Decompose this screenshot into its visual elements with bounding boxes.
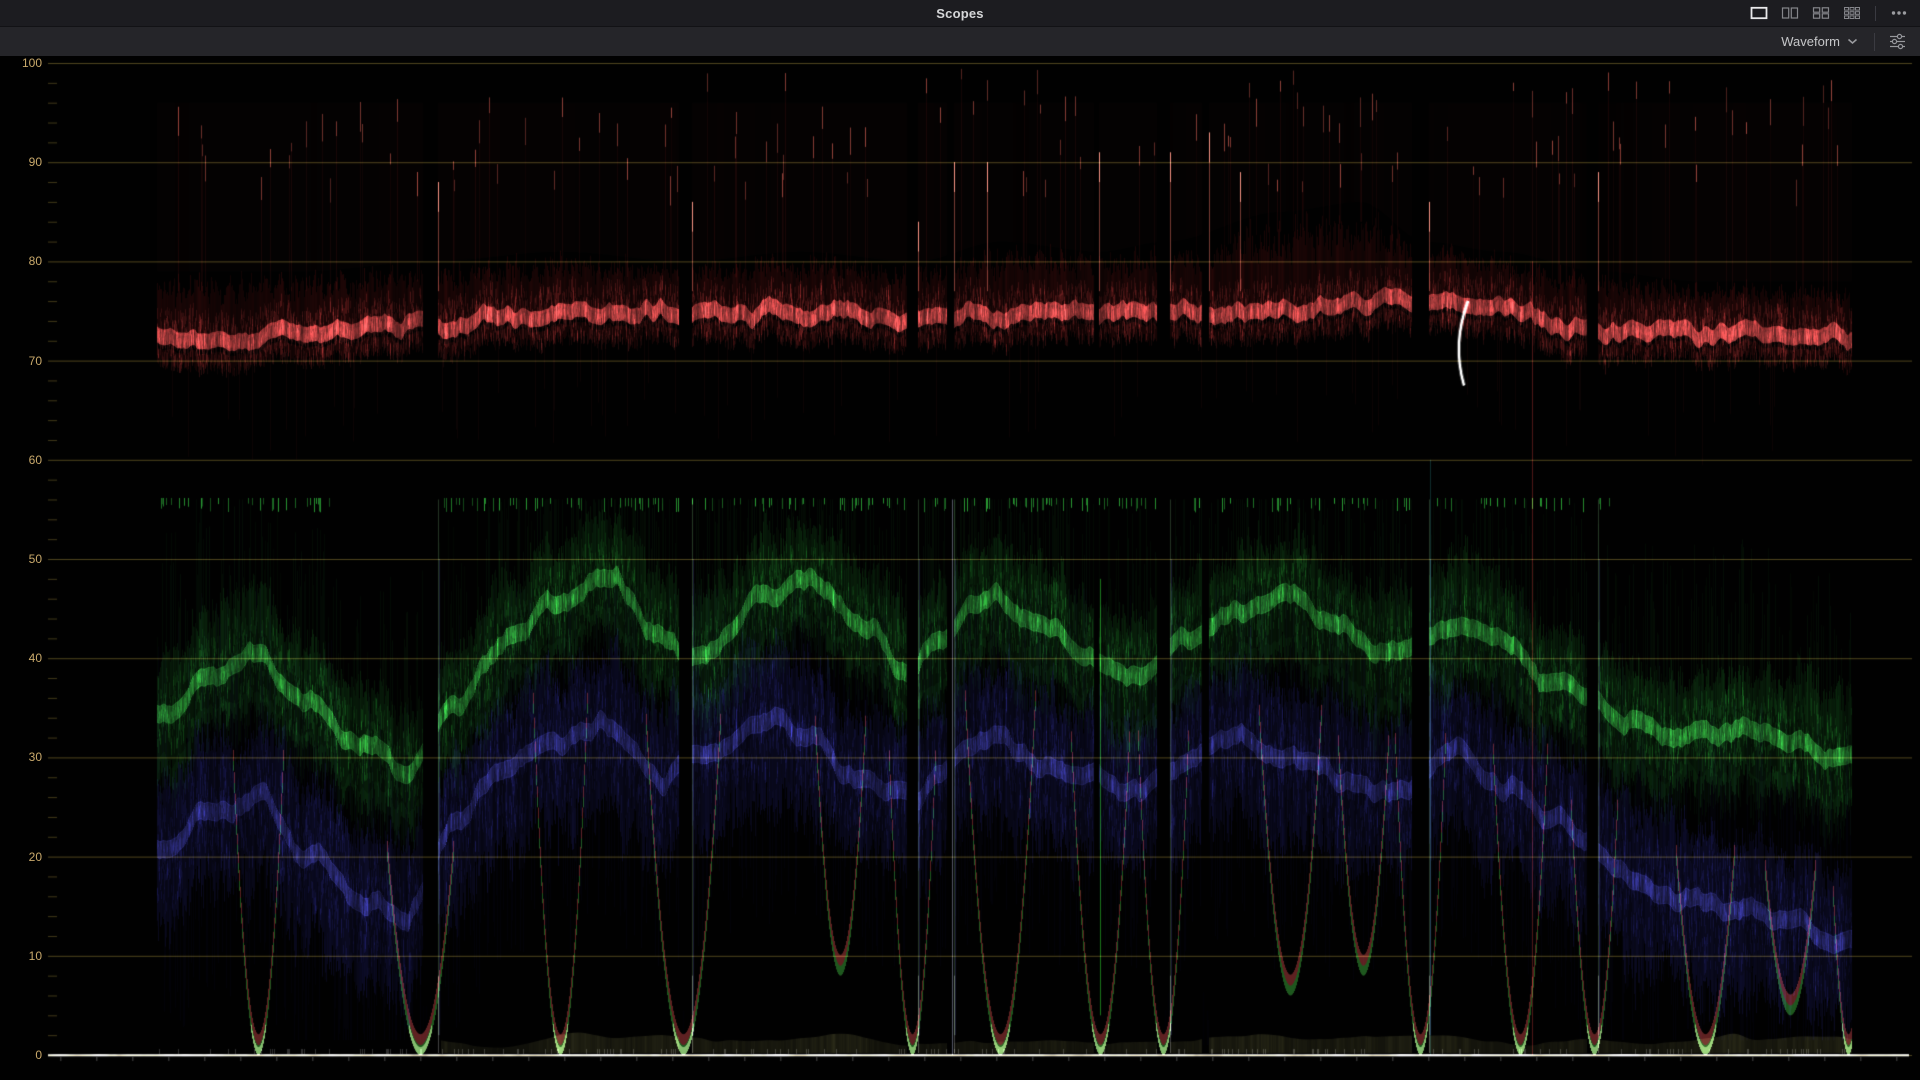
waveform-scope-canvas: [0, 56, 1920, 1080]
axis-label-60: 60: [0, 452, 42, 468]
two-up-view-button[interactable]: [1779, 3, 1801, 23]
page-title: Scopes: [936, 6, 983, 21]
axis-label-90: 90: [0, 154, 42, 170]
axis-label-0: 0: [0, 1047, 42, 1063]
multi-view-button[interactable]: [1841, 3, 1863, 23]
axis-label-40: 40: [0, 650, 42, 666]
scope-toolbar: Waveform: [0, 27, 1920, 57]
more-options-icon: [1890, 6, 1908, 20]
four-up-view-icon: [1812, 6, 1830, 20]
single-view-button[interactable]: [1748, 3, 1770, 23]
toolbar-divider: [1874, 33, 1875, 51]
waveform-scope-panel: 1009080706050403020100: [0, 56, 1920, 1080]
axis-label-100: 100: [0, 55, 42, 71]
axis-label-70: 70: [0, 353, 42, 369]
axis-label-10: 10: [0, 948, 42, 964]
four-up-view-button[interactable]: [1810, 3, 1832, 23]
scopes-window: Scopes: [0, 0, 1920, 1080]
titlebar-icon-cluster: [1748, 0, 1910, 26]
more-options-button[interactable]: [1888, 3, 1910, 23]
axis-label-50: 50: [0, 551, 42, 567]
axis-label-80: 80: [0, 253, 42, 269]
single-view-icon: [1750, 6, 1768, 20]
two-up-view-icon: [1781, 6, 1799, 20]
titlebar: Scopes: [0, 0, 1920, 27]
chevron-down-icon: [1847, 38, 1858, 45]
scope-type-label: Waveform: [1781, 34, 1840, 49]
scope-settings-button[interactable]: [1884, 31, 1910, 53]
multi-view-icon: [1843, 6, 1861, 20]
axis-label-30: 30: [0, 749, 42, 765]
scale-axis-labels: 1009080706050403020100: [0, 56, 42, 1080]
titlebar-divider: [1875, 6, 1876, 21]
adjust-sliders-icon: [1888, 33, 1907, 50]
scope-type-dropdown[interactable]: Waveform: [1775, 34, 1864, 49]
axis-label-20: 20: [0, 849, 42, 865]
